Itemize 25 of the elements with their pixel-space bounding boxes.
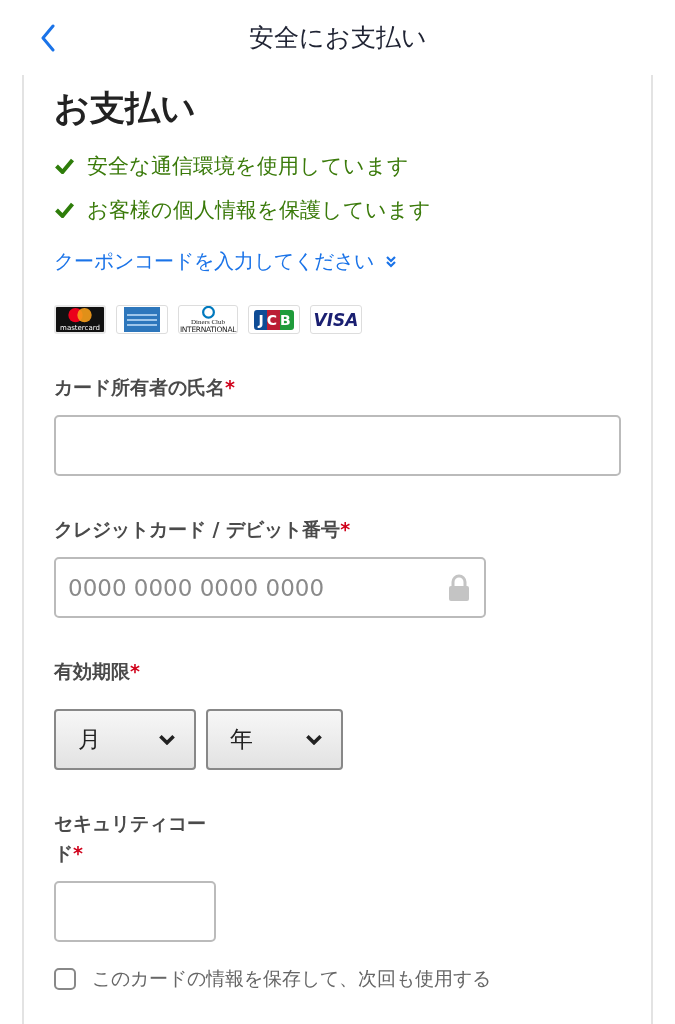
security-code-input[interactable] [54,881,216,942]
checkbox-label: このカードの情報を保存して、次回も使用する [92,966,491,991]
field-label: 有効期限* [54,659,141,684]
field-label: カード所有者の氏名* [54,375,236,400]
page-title: 安全にお支払い [248,22,427,54]
chevron-down-icon [158,734,176,745]
back-icon[interactable] [40,24,56,52]
lock-icon [446,574,472,602]
field-label: クレジットカード / デビット番号* [54,517,352,542]
assurance-text: 安全な通信環境を使用しています [87,153,409,180]
assurance-text: お客様の個人情報を保護しています [87,197,431,224]
select-dropdown[interactable]: 月 [54,709,196,770]
chevron-down-icon [305,734,323,745]
card-logo: VISA [310,305,362,334]
check-icon [54,158,75,174]
card-logo [116,305,168,334]
coupon-link[interactable]: クーポンコードを入力してください [54,248,621,275]
card-number-input[interactable]: 0000 0000 0000 0000 [54,557,486,618]
field-label: セキュリティコード* [54,811,207,866]
double-chevron-icon [386,255,396,268]
name-input[interactable] [54,415,621,476]
check-icon [54,202,75,218]
section-heading: お支払い [54,87,197,130]
select-dropdown[interactable]: 年 [206,709,343,770]
checkbox[interactable] [54,968,76,990]
